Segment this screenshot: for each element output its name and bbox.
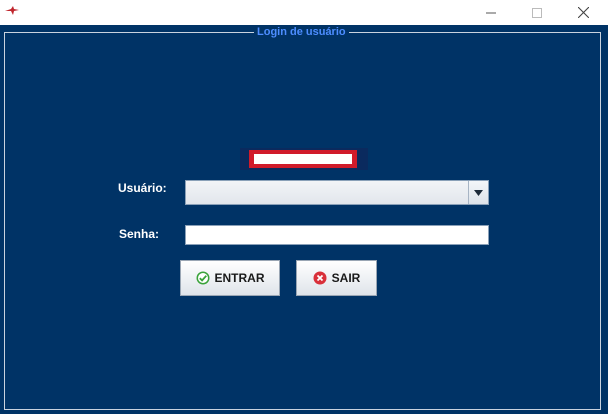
- close-button[interactable]: [560, 0, 606, 25]
- status-message: [254, 154, 352, 164]
- enter-button[interactable]: ENTRAR: [180, 260, 280, 296]
- minimize-button[interactable]: [468, 0, 514, 25]
- exit-button-label: SAIR: [331, 271, 361, 285]
- user-label: Usuário:: [118, 181, 167, 195]
- maximize-icon: [532, 7, 542, 18]
- login-window: Login de usuário Usuário: Senha: ENTRAR …: [0, 0, 608, 414]
- enter-button-label: ENTRAR: [214, 271, 265, 285]
- login-panel: Login de usuário Usuário: Senha: ENTRAR …: [0, 25, 608, 414]
- user-select-dropdown-button[interactable]: [468, 181, 488, 204]
- close-icon: [577, 7, 589, 18]
- window-titlebar[interactable]: [0, 0, 608, 25]
- maximize-button[interactable]: [514, 0, 560, 25]
- login-group-box: [4, 32, 601, 410]
- exit-button[interactable]: SAIR: [296, 260, 377, 296]
- minimize-icon: [486, 12, 496, 13]
- status-message-badge: [249, 150, 357, 168]
- password-label: Senha:: [119, 227, 160, 241]
- red-x-icon: [313, 271, 327, 285]
- app-logo-icon: [5, 6, 19, 15]
- login-group-title: Login de usuário: [254, 25, 349, 39]
- status-message-frame: [240, 148, 368, 170]
- green-check-icon: [196, 271, 209, 285]
- chevron-down-icon: [474, 189, 483, 196]
- user-select[interactable]: [185, 180, 489, 205]
- password-field[interactable]: [185, 225, 489, 245]
